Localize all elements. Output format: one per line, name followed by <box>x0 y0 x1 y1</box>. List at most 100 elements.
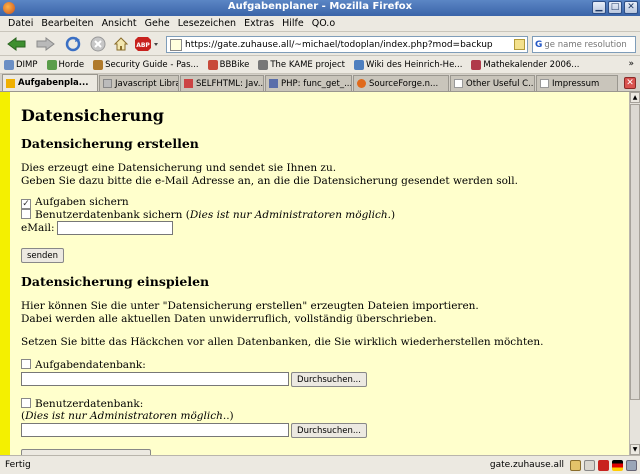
menu-ansicht[interactable]: Ansicht <box>98 18 141 29</box>
checkbox-users-backup[interactable] <box>21 209 31 219</box>
browse-tasks-db-button[interactable]: Durchsuchen... <box>291 372 367 387</box>
email-label: eMail: <box>21 222 55 234</box>
title-bar[interactable]: Aufgabenplaner - Mozilla Firefox ▁ □ ✕ <box>0 0 640 16</box>
create-description-2: Geben Sie dazu bitte die e-Mail Adresse … <box>21 175 518 187</box>
menu-extras[interactable]: Extras <box>240 18 278 29</box>
status-bar: Fertig gate.zuhause.all <box>0 455 640 474</box>
menu-hilfe[interactable]: Hilfe <box>278 18 308 29</box>
url-bar[interactable]: https://gate.zuhause.all/~michael/todopl… <box>166 36 528 53</box>
checkbox-users-db[interactable] <box>21 398 31 408</box>
search-input[interactable] <box>544 39 635 50</box>
bookmark-security-guide[interactable]: Security Guide - Pas... <box>93 59 199 70</box>
back-arrow-icon <box>7 37 26 51</box>
bookmark-icon <box>258 59 269 70</box>
restore-description-2: Dabei werden alle aktuellen Daten unwide… <box>21 313 437 325</box>
tab-favicon-icon <box>184 79 193 88</box>
email-field[interactable] <box>57 221 173 235</box>
tab-favicon-icon <box>269 79 278 88</box>
forward-button[interactable] <box>34 35 56 53</box>
checkbox-tasks-db[interactable] <box>21 359 31 369</box>
tab-favicon-icon <box>6 78 15 88</box>
adblock-status-icon[interactable] <box>598 459 609 471</box>
users-db-note: (Dies ist nur Administratoren möglich..) <box>21 410 234 422</box>
browse-users-db-button[interactable]: Durchsuchen... <box>291 423 367 438</box>
site-favicon-icon <box>170 38 182 51</box>
checkbox-row-tasks-db: Aufgabendatenbank: <box>21 359 146 371</box>
close-icon[interactable]: ✕ <box>624 1 638 14</box>
scroll-up-arrow-icon[interactable]: ▲ <box>630 92 640 103</box>
tab-bar: Aufgabenpla... Javascript Libra... SELFH… <box>0 74 640 92</box>
bookmark-kame[interactable]: The KAME project <box>258 59 345 70</box>
tab-javascript-libraries[interactable]: Javascript Libra... <box>99 75 179 91</box>
stop-button[interactable] <box>89 35 107 53</box>
bookmark-dimp[interactable]: DIMP <box>4 59 38 70</box>
bookmark-mathekalender[interactable]: Mathekalender 2006... <box>471 59 579 70</box>
menu-gehe[interactable]: Gehe <box>141 18 174 29</box>
navigation-toolbar: ABP https://gate.zuhause.all/~michael/to… <box>0 32 640 56</box>
vertical-scrollbar[interactable]: ▲ ▼ <box>629 92 640 455</box>
section-restore-heading: Datensicherung einspielen <box>21 274 210 289</box>
scroll-thumb[interactable] <box>630 104 640 400</box>
bookmark-icon <box>354 59 364 70</box>
site-lock-icon[interactable] <box>514 39 525 50</box>
tab-selfhtml[interactable]: SELFHTML: Jav... <box>180 75 264 91</box>
back-button[interactable] <box>6 35 28 53</box>
menu-bar: Datei Bearbeiten Ansicht Gehe Lesezeiche… <box>0 16 640 32</box>
tab-favicon-icon <box>357 79 366 88</box>
maximize-icon[interactable]: □ <box>608 1 622 14</box>
forward-arrow-icon <box>36 37 55 51</box>
bookmark-wiki[interactable]: Wiki des Heinrich-He... <box>354 59 462 70</box>
checkbox-row-users: Benutzerdatenbank sichern (Dies ist nur … <box>21 209 395 221</box>
status-host: gate.zuhause.all <box>489 460 564 470</box>
create-description-1: Dies erzeugt eine Datensicherung und sen… <box>21 162 337 174</box>
scroll-down-arrow-icon[interactable]: ▼ <box>630 444 640 455</box>
search-bar[interactable]: G <box>532 36 636 53</box>
close-tab-icon[interactable]: ✕ <box>624 77 636 89</box>
menu-datei[interactable]: Datei <box>4 18 37 29</box>
page-content: Datensicherung Datensicherung erstellen … <box>0 92 629 455</box>
minimize-icon[interactable]: ▁ <box>592 1 606 14</box>
bookmark-icon <box>46 59 57 70</box>
section-create-heading: Datensicherung erstellen <box>21 136 199 151</box>
reload-icon <box>65 36 81 52</box>
bookmarks-toolbar: DIMP Horde Security Guide - Pas... BBBik… <box>0 56 640 74</box>
bookmark-icon <box>471 59 482 70</box>
bookmark-bbbike[interactable]: BBBike <box>207 59 249 70</box>
bookmarks-overflow-icon[interactable]: » <box>628 59 634 69</box>
window-title: Aufgabenplaner - Mozilla Firefox <box>227 1 413 12</box>
home-icon <box>113 37 129 51</box>
adblock-button[interactable]: ABP <box>135 35 159 53</box>
tasks-db-file-input[interactable] <box>21 372 289 386</box>
tab-aufgabenplaner[interactable]: Aufgabenpla... <box>2 74 98 91</box>
bookmark-horde[interactable]: Horde <box>46 59 84 70</box>
bookmark-icon <box>207 59 218 70</box>
restore-description-1: Hier können Sie die unter "Datensicherun… <box>21 300 479 312</box>
flag-icon[interactable] <box>612 459 623 471</box>
url-text[interactable]: https://gate.zuhause.all/~michael/todopl… <box>185 40 514 50</box>
users-db-file-input[interactable] <box>21 423 289 437</box>
tab-favicon-icon <box>103 79 112 88</box>
checkbox-row-users-db: Benutzerdatenbank: <box>21 398 143 410</box>
extension-icon[interactable] <box>626 459 637 471</box>
stop-icon <box>90 36 106 52</box>
tab-php[interactable]: PHP: func_get_... <box>265 75 352 91</box>
menu-bearbeiten[interactable]: Bearbeiten <box>37 18 97 29</box>
send-button[interactable]: senden <box>21 248 64 263</box>
tab-other-useful[interactable]: Other Useful C... <box>450 75 535 91</box>
reload-button[interactable] <box>64 35 82 53</box>
tab-favicon-icon <box>540 79 549 88</box>
checkbox-tasks-backup[interactable]: ✓ <box>21 199 31 209</box>
bookmark-icon <box>93 59 104 70</box>
checkbox-row-tasks: ✓ Aufgaben sichern <box>21 196 129 209</box>
tab-favicon-icon <box>454 79 463 88</box>
menu-qoo[interactable]: QO.o <box>308 18 339 29</box>
home-button[interactable] <box>112 35 130 53</box>
page-left-stripe <box>0 92 10 455</box>
tab-sourceforge[interactable]: SourceForge.n... <box>353 75 449 91</box>
tab-impressum[interactable]: Impressum <box>536 75 618 91</box>
bookmark-icon <box>4 59 14 70</box>
page-info-icon[interactable] <box>584 459 595 471</box>
menu-lesezeichen[interactable]: Lesezeichen <box>174 18 240 29</box>
lock-icon[interactable] <box>570 459 581 471</box>
google-icon[interactable]: G <box>535 40 542 50</box>
